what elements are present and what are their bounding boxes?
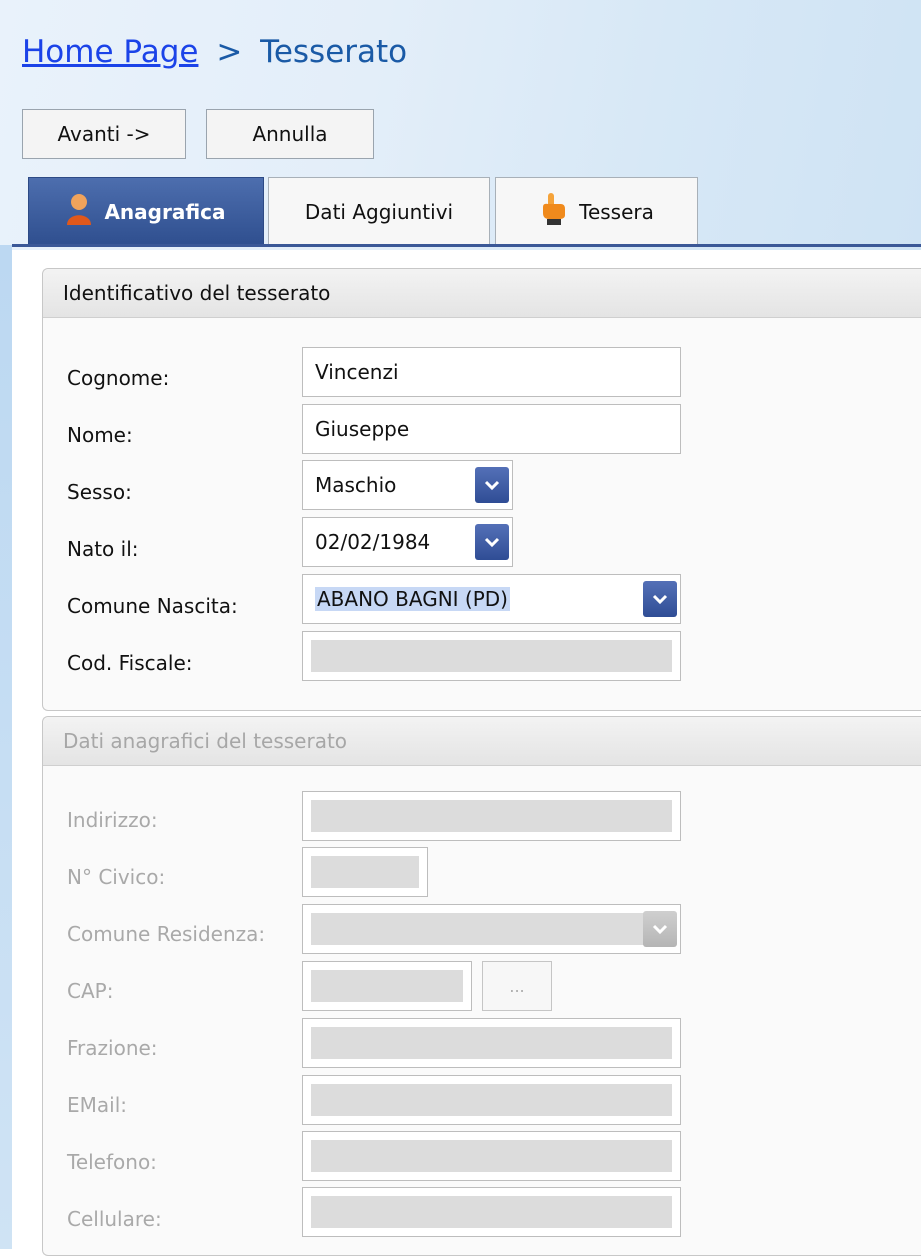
comune-nascita-select[interactable]: ABANO BAGNI (PD) [302,574,681,624]
next-button[interactable]: Avanti -> [22,109,186,159]
nato-il-value: 02/02/1984 [315,530,431,554]
cellulare-label: Cellulare: [67,1207,162,1231]
cancel-button[interactable]: Annulla [206,109,374,159]
user-icon [66,192,92,231]
cod-fiscale-label: Cod. Fiscale: [67,651,193,675]
frazione-input[interactable] [302,1018,681,1068]
civico-input[interactable] [302,847,428,897]
breadcrumb-current: Tesserato [260,34,408,70]
comune-residenza-label: Comune Residenza: [67,922,266,946]
tab-anagrafica[interactable]: Anagrafica [28,177,264,245]
civico-label: N° Civico: [67,865,166,889]
chevron-down-icon[interactable] [643,911,677,947]
cap-label: CAP: [67,979,114,1003]
nome-value: Giuseppe [315,417,410,441]
tab-tessera-label: Tessera [579,199,654,224]
telefono-label: Telefono: [67,1150,157,1174]
anagrafici-panel: Dati anagrafici del tesserato Indirizzo:… [42,716,921,1256]
nome-input[interactable]: Giuseppe [302,404,681,454]
tab-underline [12,244,921,247]
nato-il-date-picker[interactable]: 02/02/1984 [302,517,513,567]
sesso-select[interactable]: Maschio [302,460,513,510]
breadcrumb: Home Page > Tesserato [22,34,407,70]
left-border [0,245,12,1249]
hand-pointer-icon [539,191,567,232]
cognome-label: Cognome: [67,366,170,390]
cap-input[interactable] [302,961,472,1011]
tab-dati-aggiuntivi[interactable]: Dati Aggiuntivi [268,177,490,245]
cod-fiscale-input[interactable] [302,631,681,681]
sesso-value: Maschio [315,473,397,497]
chevron-down-icon[interactable] [475,524,509,560]
cognome-input[interactable]: Vincenzi [302,347,681,397]
telefono-input[interactable] [302,1131,681,1181]
comune-nascita-value: ABANO BAGNI (PD) [315,587,510,611]
chevron-down-icon[interactable] [475,467,509,503]
indirizzo-input[interactable] [302,791,681,841]
nato-il-label: Nato il: [67,537,139,561]
identificativo-panel: Identificativo del tesserato Cognome: Vi… [42,268,921,711]
chevron-down-icon[interactable] [643,581,677,617]
identificativo-title: Identificativo del tesserato [43,269,921,318]
email-label: EMail: [67,1093,127,1117]
breadcrumb-separator: > [216,34,243,70]
breadcrumb-home-link[interactable]: Home Page [22,34,198,70]
cognome-value: Vincenzi [315,360,399,384]
comune-nascita-label: Comune Nascita: [67,594,238,618]
tab-anagrafica-label: Anagrafica [104,199,226,224]
cap-lookup-button[interactable]: ... [482,961,552,1011]
anagrafici-title: Dati anagrafici del tesserato [43,717,921,766]
tab-dati-aggiuntivi-label: Dati Aggiuntivi [304,199,454,224]
comune-residenza-select[interactable] [302,904,681,954]
nome-label: Nome: [67,423,133,447]
cellulare-input[interactable] [302,1187,681,1237]
email-field[interactable] [302,1075,681,1125]
frazione-label: Frazione: [67,1036,158,1060]
indirizzo-label: Indirizzo: [67,808,158,832]
sesso-label: Sesso: [67,480,132,504]
tab-tessera[interactable]: Tessera [495,177,698,245]
